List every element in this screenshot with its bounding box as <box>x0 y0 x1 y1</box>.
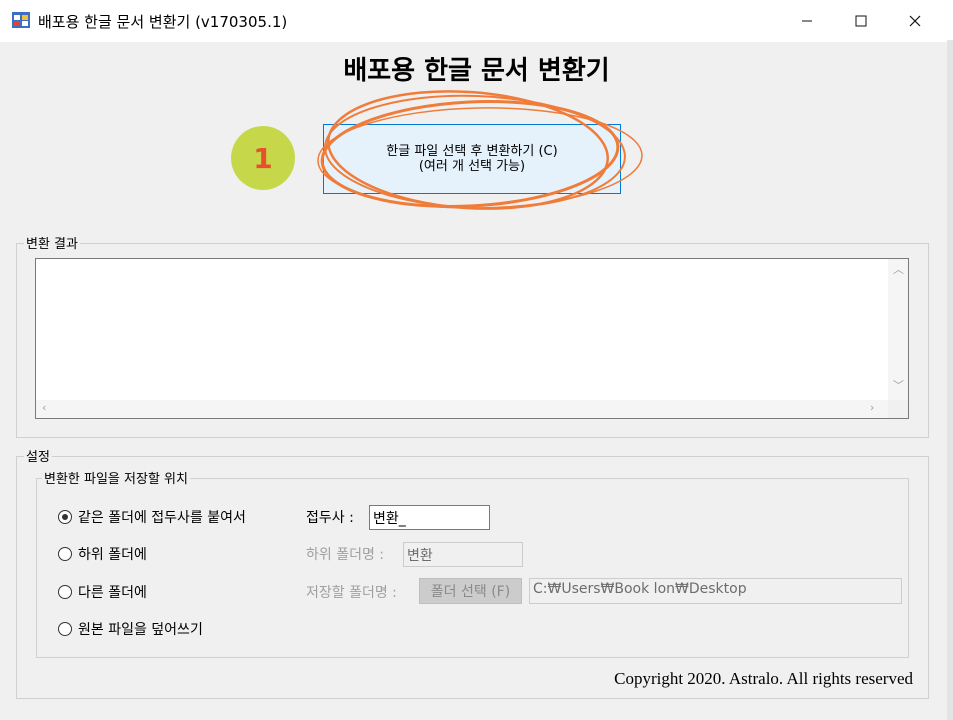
maximize-icon <box>855 15 867 27</box>
page-title: 배포용 한글 문서 변환기 <box>343 56 610 86</box>
radio-subfolder[interactable]: 하위 폴더에 <box>58 544 147 564</box>
app-icon <box>12 12 30 28</box>
result-textarea[interactable]: ︿ ﹀ ‹ › <box>35 258 909 419</box>
window-edge <box>947 40 953 720</box>
close-button[interactable] <box>892 0 938 42</box>
horizontal-scrollbar[interactable]: ‹ › <box>36 400 888 418</box>
scroll-down-icon[interactable]: ﹀ <box>893 377 904 393</box>
title-bar: 배포용 한글 문서 변환기 (v170305.1) <box>0 0 953 42</box>
prefix-input[interactable]: 변환_ <box>369 505 490 530</box>
scrollbar-corner <box>888 400 908 418</box>
select-folder-button[interactable]: 폴더 선택 (F) <box>419 578 522 604</box>
radio-overwrite[interactable]: 원본 파일을 덮어쓰기 <box>58 619 203 639</box>
convert-button-label: 한글 파일 선택 후 변환하기 (C) <box>386 144 558 159</box>
radio-button[interactable] <box>58 510 72 524</box>
radio-label: 하위 폴더에 <box>78 547 147 563</box>
scroll-up-icon[interactable]: ︿ <box>893 261 904 277</box>
radio-label: 같은 폴더에 접두사를 붙여서 <box>78 510 246 526</box>
close-icon <box>909 15 921 27</box>
prefix-label: 접두사 : <box>306 510 354 526</box>
radio-label: 원본 파일을 덮어쓰기 <box>78 622 203 638</box>
result-group-label: 변환 결과 <box>24 233 80 252</box>
scroll-right-icon[interactable]: › <box>870 401 874 414</box>
convert-button[interactable]: 한글 파일 선택 후 변환하기 (C) (여러 개 선택 가능) <box>323 124 621 194</box>
subfolder-input[interactable]: 변환 <box>403 542 523 567</box>
radio-other-folder[interactable]: 다른 폴더에 <box>58 582 147 602</box>
window-title: 배포용 한글 문서 변환기 (v170305.1) <box>38 13 288 31</box>
maximize-button[interactable] <box>838 0 884 42</box>
radio-button[interactable] <box>58 585 72 599</box>
save-location-group-label: 변환한 파일을 저장할 위치 <box>42 468 190 487</box>
convert-button-sublabel: (여러 개 선택 가능) <box>418 159 526 174</box>
radio-button[interactable] <box>58 622 72 636</box>
save-folder-path-input[interactable]: C:₩Users₩Book lon₩Desktop <box>529 578 902 604</box>
radio-button[interactable] <box>58 547 72 561</box>
radio-label: 다른 폴더에 <box>78 585 147 601</box>
radio-same-folder[interactable]: 같은 폴더에 접두사를 붙여서 <box>58 507 246 527</box>
save-folder-label: 저장할 폴더명 : <box>306 585 397 601</box>
radio-selected-dot <box>62 514 68 520</box>
copyright-text: Copyright 2020. Astralo. All rights rese… <box>614 669 913 688</box>
scroll-left-icon[interactable]: ‹ <box>42 401 46 414</box>
minimize-button[interactable] <box>784 0 830 42</box>
subfolder-label: 하위 폴더명 : <box>306 547 385 563</box>
settings-group-label: 설정 <box>24 446 52 465</box>
minimize-icon <box>802 20 812 22</box>
vertical-scrollbar[interactable]: ︿ ﹀ <box>888 259 908 400</box>
step-badge: 1 <box>231 126 295 190</box>
